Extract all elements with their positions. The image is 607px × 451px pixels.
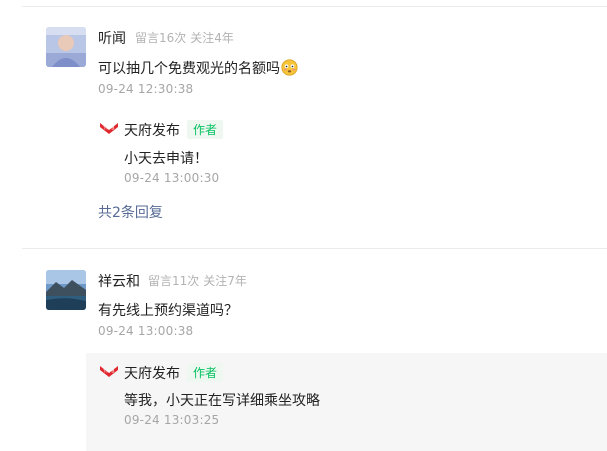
reply-author-name[interactable]: 天府发布 (124, 120, 180, 140)
commenter-stats: 留言11次 关注7年 (148, 272, 247, 289)
follow-duration: 关注4年 (190, 31, 234, 45)
commenter-name[interactable]: 祥云和 (98, 271, 140, 291)
svg-text:TFFB: TFFB (102, 126, 114, 132)
comment-time: 09-24 12:30:38 (98, 82, 194, 96)
tianfu-logo-icon[interactable]: TFFB (99, 121, 119, 135)
comment-divider (22, 248, 607, 249)
top-divider (22, 6, 607, 7)
author-badge: 作者 (187, 363, 224, 382)
landscape-avatar-icon[interactable] (46, 270, 86, 310)
tianfu-logo-icon[interactable]: TFFB (99, 364, 119, 378)
reply-content: 等我，小天正在写详细乘坐攻略 (124, 393, 320, 409)
reply-time: 09-24 13:03:25 (124, 413, 220, 427)
comment-time: 09-24 13:00:38 (98, 324, 194, 338)
commenter-stats: 留言16次 关注4年 (135, 29, 234, 46)
view-all-replies-link[interactable]: 共2条回复 (98, 202, 163, 222)
comment-content: 可以抽几个免费观光的名额吗 (98, 58, 298, 78)
author-badge: 作者 (187, 120, 224, 139)
follow-duration: 关注7年 (203, 274, 247, 288)
reply-time: 09-24 13:00:30 (124, 171, 220, 185)
reply-content: 小天去申请！ (124, 151, 208, 167)
flushed-emoji-icon (281, 59, 298, 76)
comment-count: 留言11次 (148, 274, 200, 288)
commenter-name[interactable]: 听闻 (98, 28, 126, 48)
comment-count: 留言16次 (135, 31, 187, 45)
comment-text: 可以抽几个免费观光的名额吗 (98, 61, 280, 77)
comment-content: 有先线上预约渠道吗？ (98, 303, 238, 319)
svg-text:TFFB: TFFB (102, 369, 114, 375)
user-avatar-icon[interactable] (46, 27, 86, 67)
reply-author-name[interactable]: 天府发布 (124, 363, 180, 383)
